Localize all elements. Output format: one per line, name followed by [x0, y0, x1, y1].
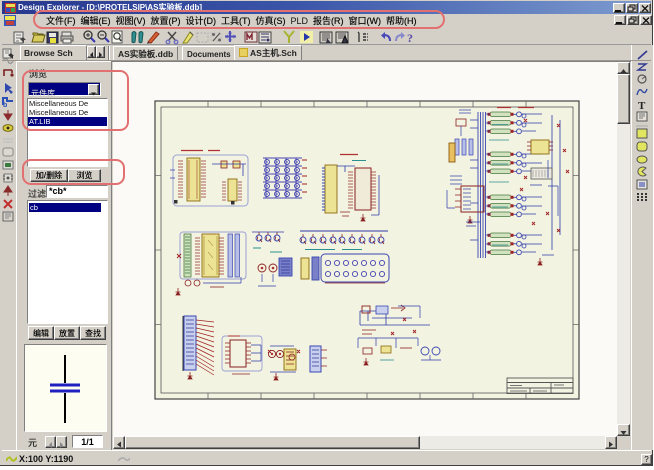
svg-text:b: b [3, 102, 7, 109]
svg-text:?: ? [407, 31, 413, 45]
svg-text:T: T [638, 100, 646, 112]
